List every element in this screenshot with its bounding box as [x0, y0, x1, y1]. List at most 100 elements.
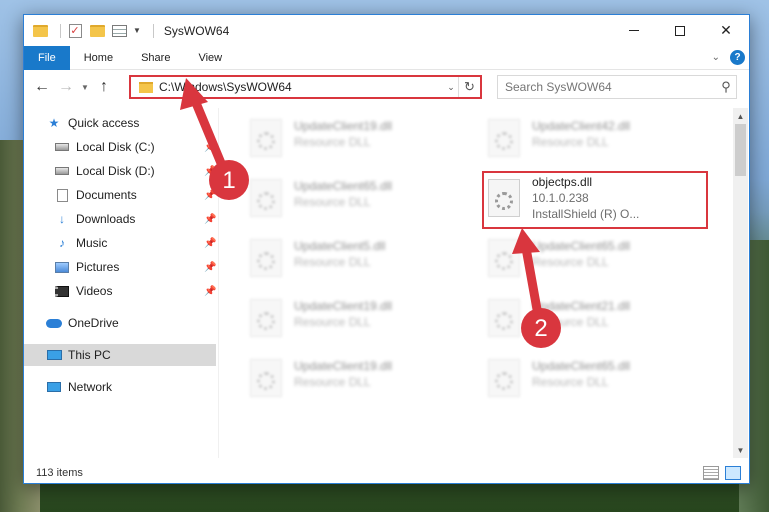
toolbar-separator — [60, 23, 61, 38]
address-path[interactable]: C:\Windows\SysWOW64 — [159, 80, 444, 94]
file-item[interactable]: UpdateClient19.dll Resource DLL — [220, 294, 446, 342]
nav-item-local-disk-d[interactable]: Local Disk (D:) 📌 — [54, 160, 216, 182]
tiles-view-icon[interactable] — [725, 466, 741, 480]
nav-item-downloads[interactable]: ↓ Downloads 📌 — [54, 208, 217, 230]
maximize-icon — [675, 25, 685, 36]
pane-splitter[interactable] — [218, 108, 219, 458]
back-button[interactable]: ← — [30, 75, 54, 99]
file-item[interactable]: UpdateClient19.dll Resource DLL — [220, 114, 446, 162]
search-input[interactable] — [505, 80, 716, 94]
drive-icon — [54, 140, 70, 154]
refresh-icon: ↻ — [464, 79, 475, 94]
title-bar: ✓ ▼ SysWOW64 ✕ — [24, 15, 749, 46]
search-box[interactable]: ⚲ — [497, 75, 737, 99]
nav-item-music[interactable]: ♪ Music 📌 — [54, 232, 216, 254]
tab-view[interactable]: View — [184, 46, 236, 70]
address-dropdown-icon[interactable]: ⌄ — [444, 82, 458, 93]
scroll-thumb[interactable] — [735, 124, 746, 176]
pictures-icon — [54, 260, 70, 274]
file-description: Resource DLL — [532, 255, 609, 269]
dll-file-icon — [488, 359, 520, 397]
computer-icon — [46, 348, 62, 362]
dll-file-icon — [488, 119, 520, 157]
nav-label: Documents — [76, 188, 137, 202]
minimize-button[interactable] — [611, 15, 657, 46]
file-description: Resource DLL — [532, 315, 609, 329]
vertical-scrollbar[interactable]: ▲ ▼ — [733, 108, 748, 458]
pin-icon: 📌 — [204, 285, 217, 297]
ribbon-right-controls: ⌄ ? — [712, 50, 745, 65]
file-item[interactable]: UpdateClient65.dll Resource DLL — [458, 234, 684, 282]
file-description: Resource DLL — [294, 255, 371, 269]
file-item[interactable]: UpdateClient42.dll Resource DLL — [458, 114, 684, 162]
nav-label: Downloads — [76, 212, 136, 226]
nav-item-local-disk-c[interactable]: Local Disk (C:) 📌 — [54, 136, 216, 158]
file-description: Resource DLL — [294, 315, 371, 329]
file-item[interactable]: UpdateClient19.dll Resource DLL — [220, 354, 446, 402]
minimize-icon — [629, 30, 639, 31]
file-description: Resource DLL — [532, 135, 609, 149]
file-name: UpdateClient21.dll — [532, 299, 631, 313]
nav-label: This PC — [68, 348, 111, 362]
forward-button[interactable]: → — [54, 75, 78, 99]
maximize-button[interactable] — [657, 15, 703, 46]
close-button[interactable]: ✕ — [703, 15, 749, 46]
expand-ribbon-chevron-icon[interactable]: ⌄ — [712, 52, 720, 63]
pin-icon: 📌 — [204, 213, 217, 225]
details-view-icon[interactable] — [703, 466, 719, 480]
file-name: UpdateClient42.dll — [532, 119, 631, 133]
file-description: Resource DLL — [294, 135, 371, 149]
file-name: UpdateClient19.dll — [294, 359, 393, 373]
tab-home[interactable]: Home — [70, 46, 127, 70]
search-icon[interactable]: ⚲ — [716, 79, 736, 95]
explorer-window: ✓ ▼ SysWOW64 ✕ File Home Share View ⌄ ? … — [23, 14, 750, 484]
file-name: UpdateClient19.dll — [294, 299, 393, 313]
drive-icon — [54, 164, 70, 178]
tab-share[interactable]: Share — [127, 46, 184, 70]
file-item[interactable]: UpdateClient65.dll Resource DLL — [458, 354, 684, 402]
file-name: UpdateClient65.dll — [294, 179, 393, 193]
file-name: UpdateClient5.dll — [294, 239, 386, 253]
nav-label: Music — [76, 236, 108, 250]
file-list: UpdateClient19.dll Resource DLL UpdateCli… — [220, 108, 735, 458]
dll-file-icon — [488, 239, 520, 277]
address-bar[interactable]: C:\Windows\SysWOW64 ⌄ ↻ — [129, 75, 482, 99]
star-icon: ★ — [48, 116, 60, 130]
refresh-button[interactable]: ↻ — [458, 77, 480, 97]
dll-file-icon — [250, 359, 282, 397]
nav-item-documents[interactable]: Documents 📌 — [54, 184, 217, 206]
network-icon — [46, 380, 62, 394]
documents-icon — [54, 188, 70, 202]
up-button[interactable]: ↑ — [92, 75, 116, 99]
nav-quick-access[interactable]: ★ Quick access — [46, 112, 214, 134]
properties-icon[interactable]: ✓ — [67, 23, 83, 39]
file-highlight-box — [482, 171, 708, 229]
file-name: UpdateClient65.dll — [532, 239, 631, 253]
pin-icon: 📌 — [204, 189, 217, 201]
scroll-down-icon[interactable]: ▼ — [733, 442, 748, 458]
scroll-up-icon[interactable]: ▲ — [733, 108, 748, 124]
dll-file-icon — [250, 299, 282, 337]
tab-file[interactable]: File — [24, 45, 70, 70]
new-folder-icon[interactable] — [89, 23, 105, 39]
nav-item-onedrive[interactable]: OneDrive — [46, 312, 214, 334]
cloud-icon — [46, 316, 62, 330]
toolbar-separator — [152, 23, 154, 38]
nav-item-videos[interactable]: Videos 📌 — [54, 280, 217, 302]
file-item[interactable]: UpdateClient65.dll Resource DLL — [220, 174, 446, 222]
help-icon[interactable]: ? — [730, 50, 745, 65]
nav-label: Quick access — [68, 116, 140, 130]
nav-item-network[interactable]: Network — [46, 376, 214, 398]
nav-item-this-pc[interactable]: This PC — [24, 344, 216, 366]
nav-item-pictures[interactable]: Pictures 📌 — [54, 256, 216, 278]
recent-locations-button[interactable]: ▼ — [78, 75, 92, 99]
customize-toolbar-arrow-icon[interactable]: ▼ — [133, 26, 141, 35]
address-folder-icon — [139, 81, 153, 93]
nav-label: OneDrive — [68, 316, 119, 330]
file-item[interactable]: UpdateClient5.dll Resource DLL — [220, 234, 446, 282]
file-item[interactable]: UpdateClient21.dll Resource DLL — [458, 294, 684, 342]
music-icon: ♪ — [59, 236, 65, 250]
quick-access-toolbar: ✓ ▼ — [32, 23, 160, 39]
nav-label: Pictures — [76, 260, 120, 274]
view-options-icon[interactable] — [111, 23, 127, 39]
